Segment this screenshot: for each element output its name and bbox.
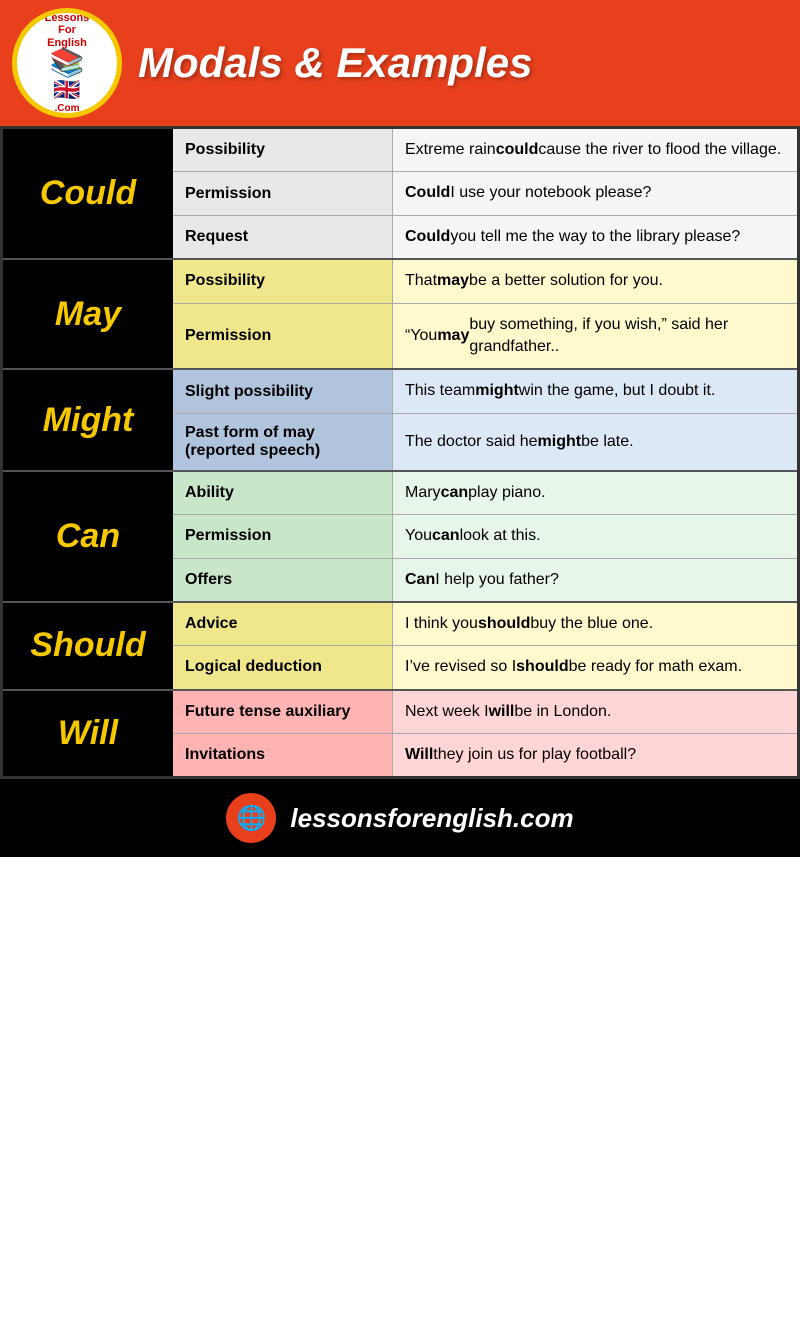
modal-label-should: Should xyxy=(30,626,145,665)
usage-cell: Permission xyxy=(173,172,393,214)
usage-cell: Permission xyxy=(173,304,393,369)
table-row: OffersCan I help you father? xyxy=(173,559,797,601)
modal-cell-can: Can xyxy=(3,472,173,601)
table-row: Past form of may (reported speech)The do… xyxy=(173,414,797,470)
example-cell: Extreme rain could cause the river to fl… xyxy=(393,129,797,171)
example-cell: Will they join us for play football? xyxy=(393,734,797,776)
modal-group-might: Might Slight possibilityThis team might w… xyxy=(3,370,797,471)
usage-cell: Offers xyxy=(173,559,393,601)
usage-cell: Logical deduction xyxy=(173,646,393,688)
usage-cell: Invitations xyxy=(173,734,393,776)
table-row: PermissionYou can look at this. xyxy=(173,515,797,558)
modal-label-may: May xyxy=(55,295,121,334)
example-cell: Mary can play piano. xyxy=(393,472,797,514)
example-cell: Can I help you father? xyxy=(393,559,797,601)
header: LessonsForEnglish 📚 🇬🇧 .Com Modals & Exa… xyxy=(0,0,800,126)
globe-icon: 🌐 xyxy=(226,793,276,843)
table-row: InvitationsWill they join us for play fo… xyxy=(173,734,797,776)
modal-label-might: Might xyxy=(43,401,134,440)
usage-cell: Possibility xyxy=(173,260,393,302)
modals-table: CouldPossibilityExtreme rain could cause… xyxy=(0,126,800,779)
usage-cell: Advice xyxy=(173,603,393,645)
table-row: Permission“You may buy something, if you… xyxy=(173,304,797,369)
usage-cell: Request xyxy=(173,216,393,258)
usage-cell: Past form of may (reported speech) xyxy=(173,414,393,470)
example-cell: Could I use your notebook please? xyxy=(393,172,797,214)
table-row: Logical deductionI’ve revised so I shoul… xyxy=(173,646,797,688)
table-row: Future tense auxiliaryNext week I will b… xyxy=(173,691,797,734)
modal-group-may: May PossibilityThat may be a better solut… xyxy=(3,260,797,370)
table-row: RequestCould you tell me the way to the … xyxy=(173,216,797,258)
modal-cell-may: May xyxy=(3,260,173,368)
example-cell: I’ve revised so I should be ready for ma… xyxy=(393,646,797,688)
modal-rows-might: Slight possibilityThis team might win th… xyxy=(173,370,797,469)
modal-cell-should: Should xyxy=(3,603,173,689)
example-cell: You can look at this. xyxy=(393,515,797,557)
usage-cell: Future tense auxiliary xyxy=(173,691,393,733)
example-cell: This team might win the game, but I doub… xyxy=(393,370,797,412)
usage-cell: Ability xyxy=(173,472,393,514)
usage-cell: Slight possibility xyxy=(173,370,393,412)
modal-rows-can: AbilityMary can play piano.PermissionYou… xyxy=(173,472,797,601)
table-row: Slight possibilityThis team might win th… xyxy=(173,370,797,413)
logo-top-text: LessonsForEnglish xyxy=(45,12,90,48)
example-cell: That may be a better solution for you. xyxy=(393,260,797,302)
example-cell: Could you tell me the way to the library… xyxy=(393,216,797,258)
example-cell: Next week I will be in London. xyxy=(393,691,797,733)
example-cell: “You may buy something, if you wish,” sa… xyxy=(393,304,797,369)
modal-group-could: Could PossibilityExtreme rain could cause… xyxy=(3,129,797,260)
books-icon: 📚 xyxy=(50,49,85,77)
modal-label-will: Will xyxy=(58,714,118,753)
footer-url: lessonsforenglish.com xyxy=(290,803,573,834)
modal-cell-could: Could xyxy=(3,129,173,258)
logo-bottom-text: .Com xyxy=(55,103,80,114)
modal-rows-could: PossibilityExtreme rain could cause the … xyxy=(173,129,797,258)
usage-cell: Permission xyxy=(173,515,393,557)
modal-cell-might: Might xyxy=(3,370,173,469)
example-cell: I think you should buy the blue one. xyxy=(393,603,797,645)
table-row: PermissionCould I use your notebook plea… xyxy=(173,172,797,215)
table-row: PossibilityExtreme rain could cause the … xyxy=(173,129,797,172)
page-title: Modals & Examples xyxy=(138,39,532,87)
modal-label-could: Could xyxy=(40,174,136,213)
table-row: AbilityMary can play piano. xyxy=(173,472,797,515)
table-row: AdviceI think you should buy the blue on… xyxy=(173,603,797,646)
modal-rows-will: Future tense auxiliaryNext week I will b… xyxy=(173,691,797,777)
modal-rows-should: AdviceI think you should buy the blue on… xyxy=(173,603,797,689)
modal-label-can: Can xyxy=(56,517,120,556)
footer: 🌐 lessonsforenglish.com xyxy=(0,779,800,857)
logo: LessonsForEnglish 📚 🇬🇧 .Com xyxy=(12,8,122,118)
modal-group-should: Should AdviceI think you should buy the b… xyxy=(3,603,797,691)
example-cell: The doctor said he might be late. xyxy=(393,414,797,470)
modal-group-can: Can AbilityMary can play piano.Permission… xyxy=(3,472,797,603)
modal-group-will: Will Future tense auxiliaryNext week I wi… xyxy=(3,691,797,777)
modal-rows-may: PossibilityThat may be a better solution… xyxy=(173,260,797,368)
flag-icon: 🇬🇧 xyxy=(53,77,80,103)
modal-cell-will: Will xyxy=(3,691,173,777)
usage-cell: Possibility xyxy=(173,129,393,171)
table-row: PossibilityThat may be a better solution… xyxy=(173,260,797,303)
